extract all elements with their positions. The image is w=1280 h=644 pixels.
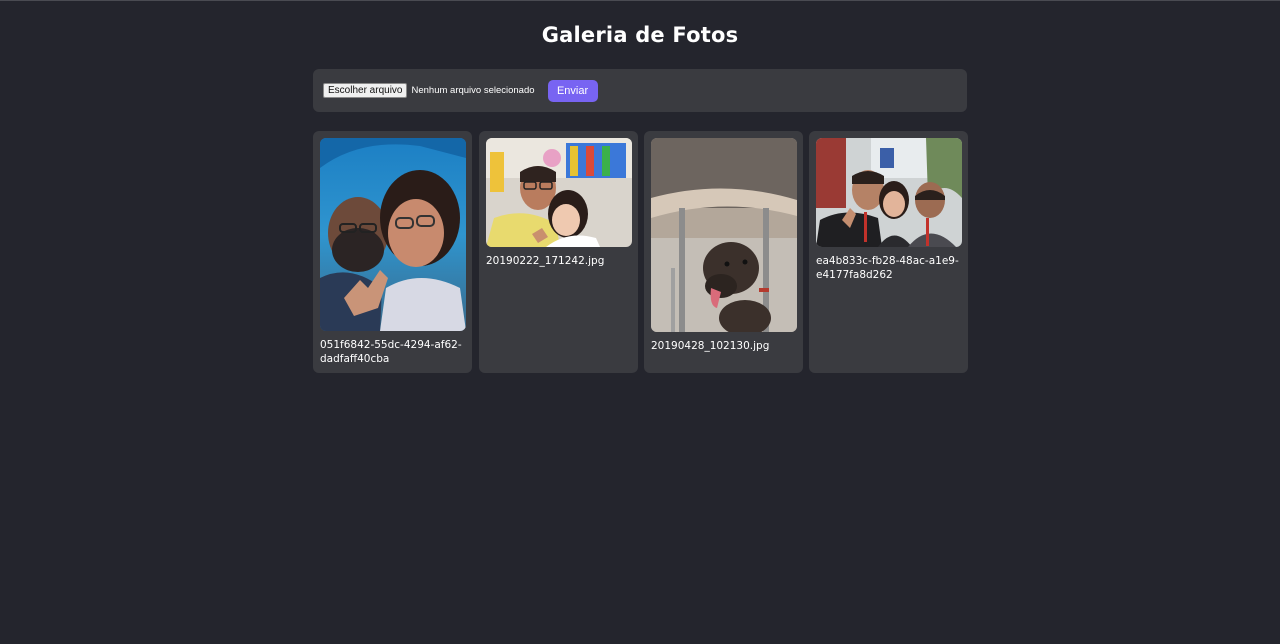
photo-gallery: 051f6842-55dc-4294-af62-dadfaff40cba 201… bbox=[313, 131, 968, 373]
photo-card[interactable]: ea4b833c-fb28-48ac-a1e9-e4177fa8d262 bbox=[809, 131, 968, 373]
photo-caption: 051f6842-55dc-4294-af62-dadfaff40cba bbox=[320, 339, 462, 365]
photo-image bbox=[486, 138, 632, 247]
photo-image bbox=[320, 138, 466, 331]
photo-thumbnail[interactable] bbox=[816, 138, 962, 247]
page-title: Galeria de Fotos bbox=[541, 23, 739, 47]
photo-image bbox=[816, 138, 962, 247]
photo-card[interactable]: 051f6842-55dc-4294-af62-dadfaff40cba bbox=[313, 131, 472, 373]
photo-thumbnail[interactable] bbox=[651, 138, 797, 332]
photo-thumbnail[interactable] bbox=[486, 138, 632, 247]
upload-form: Escolher arquivo Nenhum arquivo selecion… bbox=[313, 69, 967, 112]
photo-caption: ea4b833c-fb28-48ac-a1e9-e4177fa8d262 bbox=[816, 255, 959, 281]
submit-button[interactable]: Enviar bbox=[547, 79, 598, 102]
photo-card[interactable]: 20190222_171242.jpg bbox=[479, 131, 638, 373]
photo-card[interactable]: 20190428_102130.jpg bbox=[644, 131, 803, 373]
photo-image bbox=[651, 138, 797, 332]
photo-caption: 20190222_171242.jpg bbox=[486, 255, 605, 267]
file-status-text: Nenhum arquivo selecionado bbox=[411, 85, 535, 96]
photo-thumbnail[interactable] bbox=[320, 138, 466, 331]
choose-file-button[interactable]: Escolher arquivo bbox=[323, 83, 408, 98]
photo-caption: 20190428_102130.jpg bbox=[651, 340, 770, 352]
